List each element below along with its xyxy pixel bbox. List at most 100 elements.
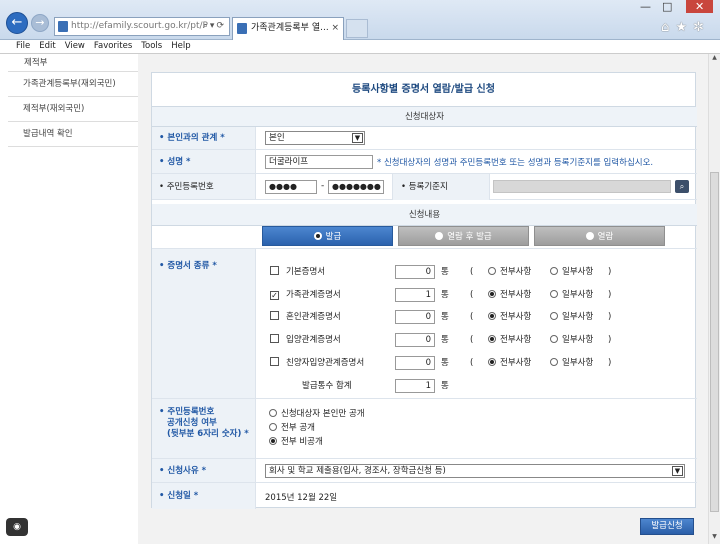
radio-full[interactable]: 전부사항 — [488, 265, 531, 279]
rrn-front-input[interactable]: ●●●● — [265, 180, 317, 194]
sidebar-item-removal-register-overseas[interactable]: 제적부(재외국민) — [8, 97, 138, 122]
menu-favorites[interactable]: Favorites — [94, 41, 132, 51]
radio-partial[interactable]: 일부사항 — [550, 356, 593, 370]
tab-title: 가족관계등록부 열... — [251, 23, 329, 33]
cert-count-input[interactable]: 0 — [395, 333, 435, 347]
settings-gear-icon[interactable]: ✲ — [693, 20, 710, 35]
scroll-down-icon[interactable]: ▼ — [709, 533, 720, 544]
radio-self-only[interactable]: 신청대상자 본인만 공개 — [269, 407, 365, 421]
scroll-thumb[interactable] — [710, 172, 719, 512]
search-refresh-icon[interactable]: ⌕▾⟳ — [203, 18, 226, 35]
checkbox[interactable] — [270, 311, 279, 320]
cert-total: 발급통수 합계 1 통 — [270, 379, 690, 393]
radio-partial[interactable]: 일부사항 — [550, 265, 593, 279]
paren-close: ) — [608, 312, 612, 322]
cert-unit: 통 — [441, 312, 449, 322]
name-row: • 성명 * 더굴라이프 * 신청대상자의 성명과 주민등록번호 또는 성명과 … — [152, 150, 697, 174]
date-row: • 신청일 * 2015년 12월 22일 — [152, 483, 697, 509]
menu-file[interactable]: File — [16, 41, 30, 51]
paren-close: ) — [608, 335, 612, 345]
scroll-up-icon[interactable]: ▲ — [709, 54, 720, 65]
cert-item: 입양관계증명서 0 통 ( 전부사항 일부사항 ) — [270, 333, 690, 347]
checkbox[interactable] — [270, 266, 279, 275]
home-icon[interactable]: ⌂ — [661, 20, 675, 35]
disclosure-options: 신청대상자 본인만 공개 전부 공개 전부 비공개 — [269, 407, 365, 449]
cert-unit: 통 — [441, 358, 449, 368]
address-url: http://efamily.scourt.go.kr/pt/P — [71, 21, 208, 31]
sidebar-item-issue-history[interactable]: 발급내역 확인 — [8, 122, 138, 147]
browser-chrome: ← → http://efamily.scourt.go.kr/pt/P ⌕▾⟳… — [0, 0, 720, 40]
radio-partial[interactable]: 일부사항 — [550, 333, 593, 347]
radio-all-private[interactable]: 전부 비공개 — [269, 435, 365, 449]
checkbox[interactable] — [270, 357, 279, 366]
name-input[interactable]: 더굴라이프 — [265, 155, 373, 169]
cert-count-input[interactable]: 0 — [395, 265, 435, 279]
relation-label: • 본인과의 관계 * — [152, 127, 256, 149]
paren-open: ( — [470, 290, 474, 300]
reason-select[interactable]: 회사 및 학교 제출용(입사, 경조사, 장학금신청 등) ▼ — [265, 464, 685, 478]
base-input[interactable] — [493, 180, 671, 193]
maximize-icon[interactable]: □ — [662, 0, 672, 13]
checkbox-checked[interactable]: ✓ — [270, 291, 279, 300]
radio-full[interactable]: 전부사항 — [488, 310, 531, 324]
cert-count-input[interactable]: 1 — [395, 288, 435, 302]
radio-full[interactable]: 전부사항 — [488, 333, 531, 347]
page-content: 제적부 가족관계등록부(재외국민) 제적부(재외국민) 발급내역 확인 등록사항… — [8, 54, 708, 544]
radio-full[interactable]: 전부사항 — [488, 288, 531, 302]
issue-apply-button[interactable]: 발급신청 — [640, 518, 694, 535]
sidebar-item-family-register-overseas[interactable]: 가족관계등록부(재외국민) — [8, 72, 138, 97]
cert-unit: 통 — [441, 335, 449, 345]
menu-bar: File Edit View Favorites Tools Help — [0, 40, 720, 54]
paren-open: ( — [470, 312, 474, 322]
radio-all-public[interactable]: 전부 공개 — [269, 421, 365, 435]
base-label: • 등록기준지 — [392, 174, 490, 200]
checkbox[interactable] — [270, 334, 279, 343]
browser-tab[interactable]: 가족관계등록부 열... × — [232, 17, 344, 40]
speaker-icon[interactable]: ◉ — [6, 518, 28, 536]
toggle-view-then-issue[interactable]: 열람 후 발급 — [398, 226, 529, 246]
cert-type-label: • 증명서 종류 * — [152, 249, 256, 398]
address-bar[interactable]: http://efamily.scourt.go.kr/pt/P ⌕▾⟳ — [54, 17, 230, 36]
favorites-star-icon[interactable]: ★ — [675, 20, 693, 35]
radio-partial[interactable]: 일부사항 — [550, 310, 593, 324]
menu-view[interactable]: View — [65, 41, 85, 51]
cert-item: 기본증명서 0 통 ( 전부사항 일부사항 ) — [270, 265, 690, 279]
minimize-icon[interactable]: — — [640, 0, 651, 13]
menu-tools[interactable]: Tools — [141, 41, 162, 51]
cert-type-row: • 증명서 종류 * 기본증명서 0 통 ( 전부사항 일부사항 ) ✓ 가족관계… — [152, 248, 697, 399]
cert-count-input[interactable]: 0 — [395, 310, 435, 324]
cert-unit: 통 — [441, 290, 449, 300]
tab-favicon-icon — [237, 23, 247, 34]
scrollbar[interactable]: ▲ ▼ — [708, 54, 720, 544]
cert-unit: 통 — [441, 267, 449, 277]
rrn-back-input[interactable]: ●●●●●●● — [328, 180, 384, 194]
tab-close-icon[interactable]: × — [331, 18, 339, 39]
new-tab-button[interactable] — [346, 19, 368, 38]
rrn-label: • 주민등록번호 — [152, 174, 256, 199]
menu-help[interactable]: Help — [171, 41, 190, 51]
date-label: • 신청일 * — [152, 483, 256, 509]
relation-row: • 본인과의 관계 * 본인 ▼ — [152, 127, 697, 150]
close-window-icon[interactable]: ✕ — [686, 0, 714, 13]
cert-count-input[interactable]: 0 — [395, 356, 435, 370]
radio-icon — [435, 232, 444, 240]
disclosure-row: • 주민등록번호 공개신청 여부 (뒷부분 6자리 숫자) * 신청대상자 본인… — [152, 399, 697, 459]
radio-partial[interactable]: 일부사항 — [550, 288, 593, 302]
toggle-issue[interactable]: 발급 — [262, 226, 393, 246]
section-applicant: 신청대상자 — [152, 107, 697, 127]
relation-value: 본인 — [269, 133, 285, 143]
forward-button[interactable]: → — [31, 14, 49, 32]
relation-select[interactable]: 본인 ▼ — [265, 131, 365, 145]
cert-item: 친양자입양관계증명서 0 통 ( 전부사항 일부사항 ) — [270, 356, 690, 370]
cert-name: 친양자입양관계증명서 — [286, 358, 365, 368]
back-button[interactable]: ← — [6, 12, 28, 34]
radio-full[interactable]: 전부사항 — [488, 356, 531, 370]
paren-close: ) — [608, 290, 612, 300]
total-unit: 통 — [441, 381, 449, 391]
menu-edit[interactable]: Edit — [39, 41, 55, 51]
toggle-view[interactable]: 열람 — [534, 226, 665, 246]
cert-item: 혼인관계증명서 0 통 ( 전부사항 일부사항 ) — [270, 310, 690, 324]
search-icon[interactable]: ⌕ — [675, 180, 689, 193]
toggle-row: 발급 열람 후 발급 열람 — [152, 226, 697, 248]
sidebar-item-removal-register[interactable]: 제적부 — [8, 54, 138, 72]
